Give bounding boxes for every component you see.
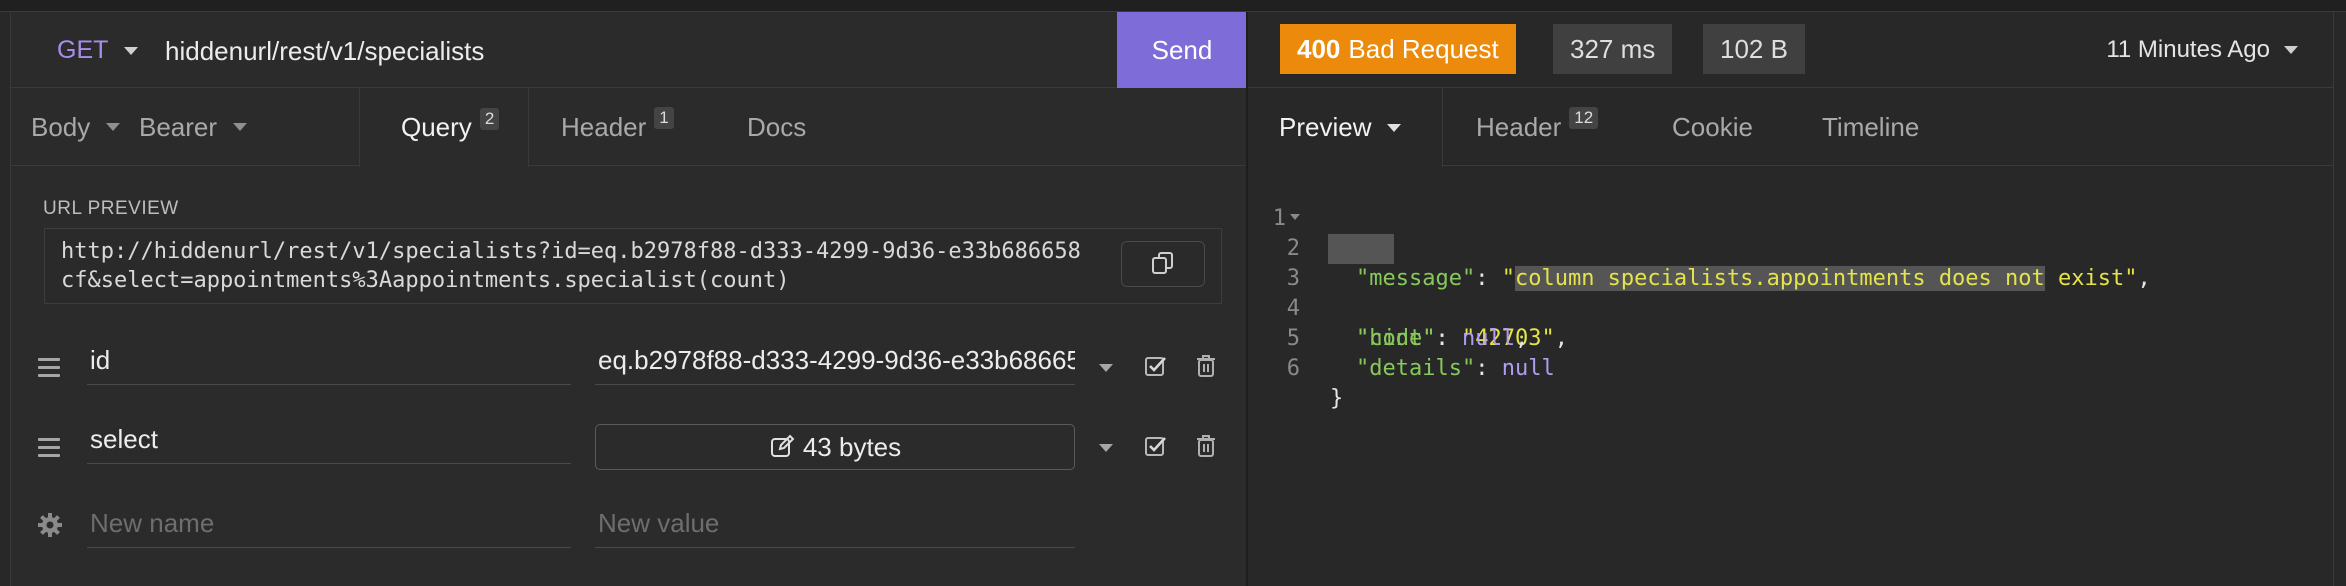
url-bar: GET hiddenurl/rest/v1/specialists Send [11, 12, 1247, 88]
code-line: 5 "details": null [1248, 294, 2334, 381]
trash-icon[interactable] [1195, 434, 1217, 458]
param-name-input[interactable]: id [87, 333, 571, 385]
tab-label: Header [561, 111, 647, 142]
tab-badge: 1 [654, 107, 674, 129]
line-number: 6 [1286, 356, 1300, 381]
request-pane: GET hiddenurl/rest/v1/specialists Send B… [10, 12, 1247, 586]
chevron-down-icon[interactable] [1099, 444, 1113, 452]
param-row-id: id eq.b2978f88-d333-4299-9d36-e33b686658… [11, 317, 1247, 395]
history-dropdown[interactable]: 11 Minutes Ago [2106, 36, 2298, 64]
tab-docs[interactable]: Docs [747, 88, 806, 166]
trash-icon[interactable] [1195, 354, 1217, 378]
param-name-input[interactable]: select [87, 412, 571, 464]
tab-label: Header [1476, 111, 1562, 142]
tab-header[interactable]: Header 1 [561, 88, 674, 166]
request-tabs: Body Bearer Query 2 Header 1 Docs [11, 88, 1247, 167]
tab-timeline[interactable]: Timeline [1822, 88, 1919, 166]
new-value-input[interactable]: New value [595, 496, 1075, 548]
chevron-down-icon [124, 46, 139, 55]
chevron-down-icon [1387, 123, 1402, 132]
window-top-strip [0, 0, 2346, 12]
value-size-label: 43 bytes [802, 431, 902, 462]
code-text: } [1330, 386, 1344, 411]
url-preview-label: URL PREVIEW [43, 198, 179, 219]
send-button[interactable]: Send [1117, 12, 1247, 88]
drag-handle-icon[interactable] [38, 358, 60, 382]
chevron-down-icon [106, 123, 121, 131]
gear-icon[interactable] [37, 512, 63, 538]
tab-query[interactable]: Query 2 [359, 88, 529, 167]
response-size: 102 B [1703, 24, 1805, 74]
status-code: 400 [1297, 33, 1341, 64]
edit-value-button[interactable]: 43 bytes [595, 424, 1075, 470]
code-line: 2 "message": "column specialists.appoint… [1248, 204, 2334, 291]
checkbox-checked-icon[interactable] [1145, 355, 1167, 377]
checkbox-checked-icon[interactable] [1145, 435, 1167, 457]
tab-response-header[interactable]: Header 12 [1476, 88, 1599, 166]
code-text: "details": null [1356, 356, 1555, 381]
new-name-input[interactable]: New name [87, 496, 571, 548]
code-line: 1 { [1248, 174, 2334, 261]
url-preview-text: http://hiddenurl/rest/v1/specialists?id=… [61, 239, 1081, 293]
chevron-down-icon [233, 123, 248, 131]
code-line: 3 "code": "42703", [1248, 234, 2334, 351]
drag-handle-icon[interactable] [38, 438, 60, 462]
response-time: 327 ms [1553, 24, 1673, 74]
url-input[interactable]: hiddenurl/rest/v1/specialists [165, 36, 484, 67]
tab-label: Body [31, 111, 91, 142]
tab-label: Query [401, 112, 472, 142]
url-preview: http://hiddenurl/rest/v1/specialists?id=… [44, 228, 1222, 304]
edit-icon [770, 434, 795, 457]
tab-label: Docs [747, 111, 807, 142]
tab-label: Bearer [139, 111, 218, 142]
tab-badge: 2 [479, 107, 500, 130]
copy-button[interactable] [1121, 241, 1205, 287]
copy-icon [1152, 252, 1173, 274]
param-value-input[interactable]: eq.b2978f88-d333-4299-9d36-e33b686658cf [595, 333, 1075, 385]
tab-label: Preview [1279, 112, 1372, 142]
param-row-select: select 43 bytes [11, 396, 1247, 474]
method-label: GET [57, 36, 109, 64]
tab-label: Timeline [1822, 111, 1920, 142]
tab-body[interactable]: Body [31, 88, 121, 166]
tab-cookie[interactable]: Cookie [1672, 88, 1753, 166]
tab-label: Cookie [1672, 111, 1753, 142]
response-tabs: Preview Header 12 Cookie Timeline [1248, 88, 2334, 167]
text-selection [1328, 234, 1394, 264]
response-meta-bar: 400 Bad Request 327 ms 102 B 11 Minutes … [1248, 12, 2334, 88]
status-badge: 400 Bad Request [1280, 24, 1516, 74]
tab-bearer[interactable]: Bearer [139, 88, 248, 166]
method-dropdown[interactable]: GET [57, 36, 139, 65]
status-text: Bad Request [1348, 33, 1499, 64]
code-line: 4 "hint": null, [1248, 264, 2334, 351]
code-line: 6 } [1248, 324, 2334, 411]
param-row-new: New name New value [11, 474, 1247, 552]
chevron-down-icon[interactable] [1099, 364, 1113, 372]
tab-badge: 12 [1569, 107, 1599, 129]
response-pane: 400 Bad Request 327 ms 102 B 11 Minutes … [1248, 12, 2334, 586]
tab-preview[interactable]: Preview [1248, 88, 1443, 167]
chevron-down-icon [2284, 46, 2298, 54]
history-label: 11 Minutes Ago [2106, 36, 2270, 63]
response-body[interactable]: 1 { 2 "message": "column specialists.app… [1248, 174, 2334, 411]
